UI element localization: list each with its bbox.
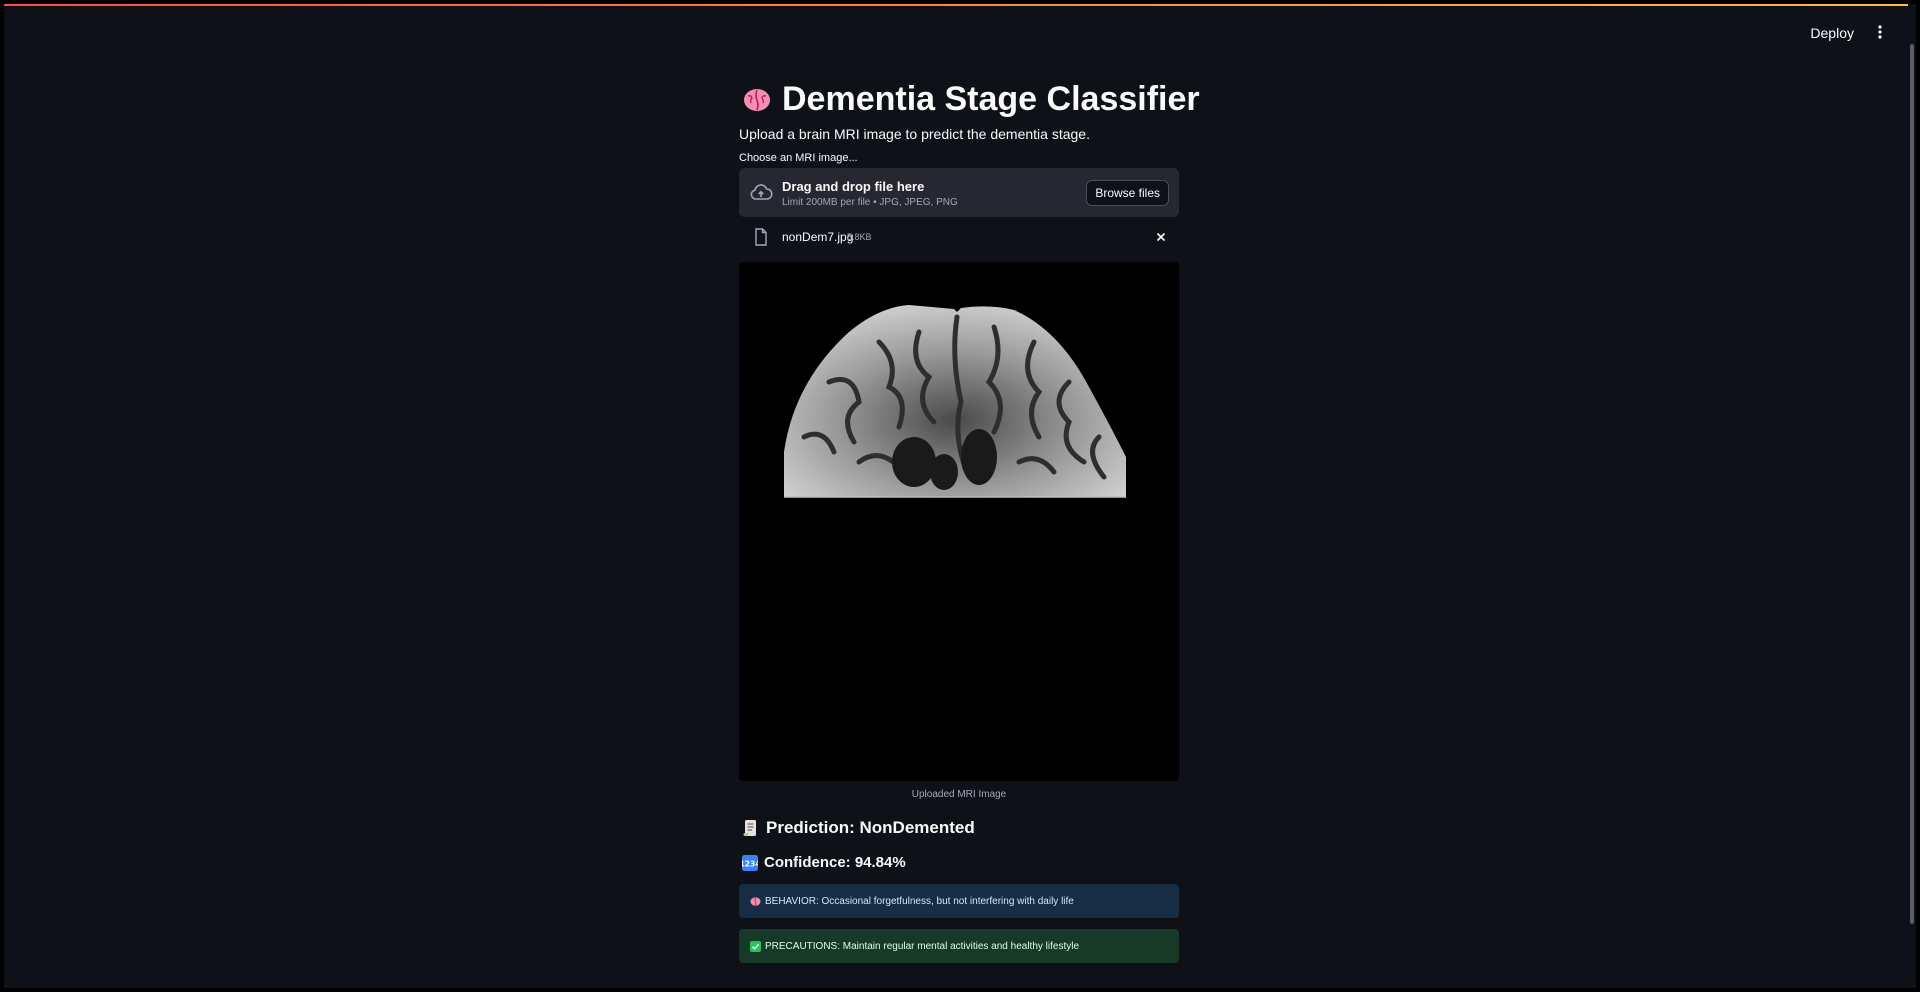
brain-icon [744, 88, 770, 111]
main-menu-button[interactable] [1866, 19, 1894, 47]
uploaded-file-row: nonDem7.jpg 5.8KB [739, 223, 1179, 251]
file-icon [755, 228, 767, 246]
numbers-icon: 1234 [742, 854, 758, 871]
confidence-heading: 1234 Confidence: 94.84% [742, 854, 906, 871]
page-title: Dementia Stage Classifier [742, 80, 1200, 119]
deploy-button[interactable]: Deploy [1798, 19, 1866, 47]
file-size: 5.8KB [847, 232, 872, 242]
brain-icon [750, 896, 761, 906]
check-mark-icon [750, 940, 761, 952]
confidence-text: Confidence: 94.84% [764, 854, 906, 871]
behavior-text: BEHAVIOR: Occasional forgetfulness, but … [765, 895, 1074, 907]
precautions-text: PRECAUTIONS: Maintain regular mental act… [765, 940, 1080, 952]
app-header: Deploy [4, 6, 1916, 56]
mri-scan-illustration [739, 262, 1179, 781]
prediction-heading: Prediction: NonDemented [742, 818, 975, 838]
file-dropzone[interactable]: Drag and drop file here Limit 200MB per … [739, 168, 1179, 217]
browse-files-button[interactable]: Browse files [1086, 180, 1169, 206]
vertical-ellipsis-icon [1878, 25, 1882, 39]
behavior-alert: BEHAVIOR: Occasional forgetfulness, but … [739, 884, 1179, 918]
image-caption: Uploaded MRI Image [911, 789, 1007, 800]
page-title-text: Dementia Stage Classifier [782, 80, 1200, 118]
precautions-alert: PRECAUTIONS: Maintain regular mental act… [739, 929, 1179, 963]
page-subtitle: Upload a brain MRI image to predict the … [739, 126, 1090, 142]
scroll-icon [743, 820, 756, 836]
svg-text:1234: 1234 [742, 859, 758, 868]
prediction-text: Prediction: NonDemented [766, 818, 975, 837]
uploader-label: Choose an MRI image... [739, 152, 858, 164]
scrollbar-thumb[interactable] [1910, 44, 1914, 924]
file-name: nonDem7.jpg [782, 230, 854, 244]
cloud-upload-icon [750, 184, 773, 200]
remove-file-button[interactable] [1153, 229, 1169, 245]
app-window: Deploy Dementia Stage Classifier Upload … [4, 4, 1916, 988]
drop-limit: Limit 200MB per file • JPG, JPEG, PNG [782, 197, 958, 208]
close-icon [1156, 232, 1166, 242]
scrollbar[interactable] [1908, 4, 1916, 988]
drop-title: Drag and drop file here [782, 179, 925, 194]
mri-image [739, 262, 1179, 781]
